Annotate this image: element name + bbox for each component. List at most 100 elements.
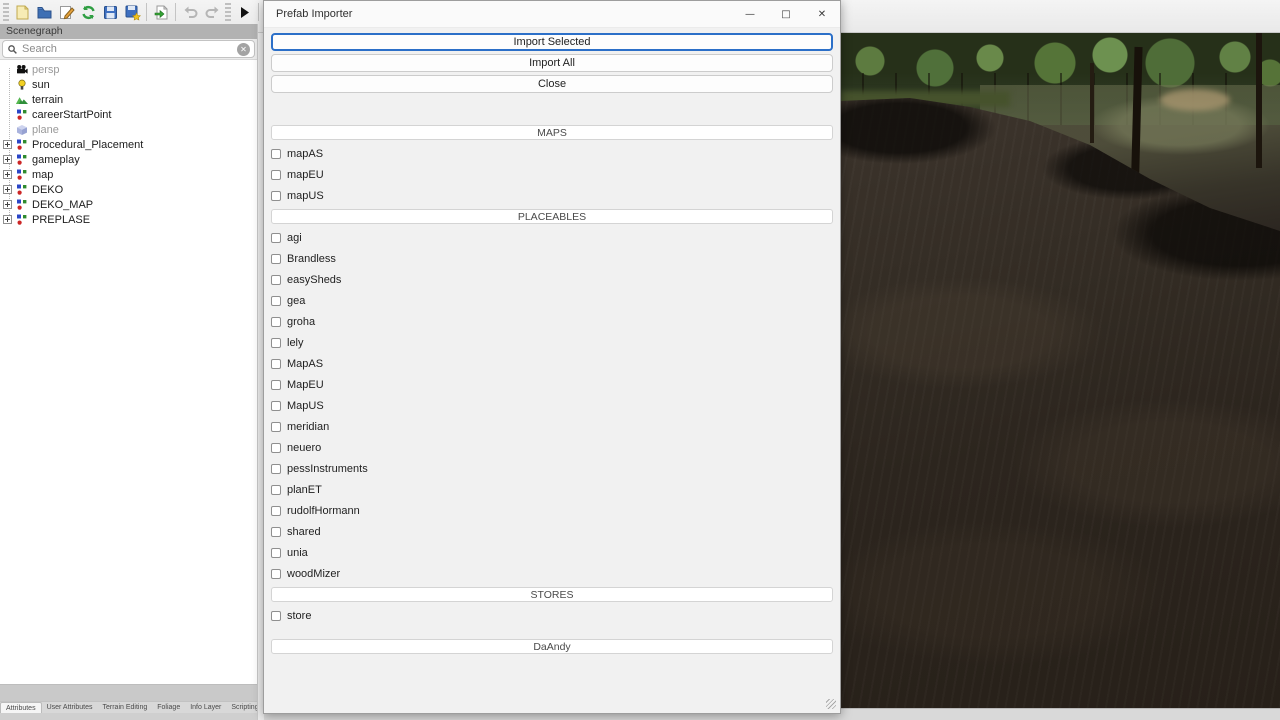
- close-icon[interactable]: ✕: [804, 1, 840, 28]
- search-icon: [8, 44, 17, 54]
- tree-node-DEKO_MAP[interactable]: DEKO_MAP: [0, 197, 257, 212]
- tree-trunk: [1256, 33, 1262, 168]
- tree-node-PREPLASE[interactable]: PREPLASE: [0, 212, 257, 227]
- play-icon[interactable]: [233, 1, 255, 23]
- checkbox-label: Brandless: [287, 252, 336, 265]
- tree-node-Procedural_Placement[interactable]: Procedural_Placement: [0, 137, 257, 152]
- section-header-placeables: PLACEABLES: [271, 209, 833, 224]
- section-header-maps: MAPS: [271, 125, 833, 140]
- tree-node-DEKO[interactable]: DEKO: [0, 182, 257, 197]
- maximize-button[interactable]: □: [768, 1, 804, 28]
- checkbox-label: planET: [287, 483, 322, 496]
- transform-icon: [16, 169, 28, 181]
- prefab-row-store: store: [271, 605, 833, 626]
- expand-icon[interactable]: [3, 170, 12, 179]
- dialog-title-bar[interactable]: Prefab Importer — □ ✕: [264, 1, 840, 28]
- toolbar-grip[interactable]: [225, 3, 231, 21]
- expand-icon[interactable]: [3, 155, 12, 164]
- reload-icon[interactable]: [77, 1, 99, 23]
- toolbar-grip[interactable]: [3, 3, 9, 21]
- prefab-row-rudolfHormann: rudolfHormann: [271, 500, 833, 521]
- tab-attributes[interactable]: Attributes: [0, 702, 42, 713]
- new-scene-icon[interactable]: [11, 1, 33, 23]
- expand-icon[interactable]: [3, 200, 12, 209]
- tab-user-attributes[interactable]: User Attributes: [42, 702, 98, 711]
- undo-icon[interactable]: [179, 1, 201, 23]
- tab-scripting[interactable]: Scripting: [226, 702, 257, 711]
- checkbox-agi[interactable]: [271, 232, 281, 243]
- prefab-row-groha: groha: [271, 311, 833, 332]
- camera-icon: [16, 64, 28, 76]
- checkbox-label: pessInstruments: [287, 462, 368, 475]
- checkbox-neuero[interactable]: [271, 442, 281, 453]
- checkbox-store[interactable]: [271, 610, 281, 621]
- tree-node-map[interactable]: map: [0, 167, 257, 182]
- expand-icon[interactable]: [3, 185, 12, 194]
- expand-icon[interactable]: [3, 140, 12, 149]
- search-placeholder: Search: [22, 43, 57, 55]
- checkbox-label: rudolfHormann: [287, 504, 360, 517]
- import-all-button[interactable]: Import All: [271, 54, 833, 72]
- tree-node-label: PREPLASE: [32, 213, 91, 226]
- checkbox-planET[interactable]: [271, 484, 281, 495]
- checkbox-easySheds[interactable]: [271, 274, 281, 285]
- checkbox-label: easySheds: [287, 273, 342, 286]
- checkbox-groha[interactable]: [271, 316, 281, 327]
- checkbox-MapUS[interactable]: [271, 400, 281, 411]
- import-selected-button[interactable]: Import Selected: [271, 33, 833, 51]
- checkbox-unia[interactable]: [271, 547, 281, 558]
- prefab-row-easySheds: easySheds: [271, 269, 833, 290]
- minimize-button[interactable]: —: [732, 1, 768, 28]
- tree-node-terrain[interactable]: terrain: [0, 92, 257, 107]
- tree-node-persp[interactable]: persp: [0, 62, 257, 77]
- save-icon[interactable]: [99, 1, 121, 23]
- checkbox-label: MapEU: [287, 378, 324, 391]
- prefab-row-MapAS: MapAS: [271, 353, 833, 374]
- checkbox-gea[interactable]: [271, 295, 281, 306]
- search-clear-icon[interactable]: ✕: [237, 42, 250, 56]
- scenegraph-search-input[interactable]: Search ✕: [2, 40, 255, 58]
- tree-node-label: Procedural_Placement: [32, 138, 144, 151]
- tab-terrain-editing[interactable]: Terrain Editing: [98, 702, 153, 711]
- checkbox-mapEU[interactable]: [271, 169, 281, 180]
- giants-editor-window: Scenegraph Search ✕ persp sun terrain caree…: [0, 0, 1280, 720]
- checkbox-label: MapUS: [287, 399, 324, 412]
- prefab-row-unia: unia: [271, 542, 833, 563]
- tab-info-layer[interactable]: Info Layer: [185, 702, 226, 711]
- checkbox-label: lely: [287, 336, 304, 349]
- resize-grip[interactable]: [826, 699, 836, 709]
- light-icon: [16, 79, 28, 91]
- checkbox-MapEU[interactable]: [271, 379, 281, 390]
- tab-foliage[interactable]: Foliage: [152, 702, 185, 711]
- transform-icon: [16, 109, 28, 121]
- expand-icon[interactable]: [3, 215, 12, 224]
- checkbox-lely[interactable]: [271, 337, 281, 348]
- checkbox-shared[interactable]: [271, 526, 281, 537]
- checkbox-Brandless[interactable]: [271, 253, 281, 264]
- close-button[interactable]: Close: [271, 75, 833, 93]
- prefab-row-MapEU: MapEU: [271, 374, 833, 395]
- checkbox-mapUS[interactable]: [271, 190, 281, 201]
- tree-node-careerStartPoint[interactable]: careerStartPoint: [0, 107, 257, 122]
- edit-document-icon[interactable]: [55, 1, 77, 23]
- checkbox-label: woodMizer: [287, 567, 341, 580]
- tree-node-plane[interactable]: plane: [0, 122, 257, 137]
- tree-node-label: plane: [32, 123, 59, 136]
- checkbox-woodMizer[interactable]: [271, 568, 281, 579]
- checkbox-meridian[interactable]: [271, 421, 281, 432]
- open-file-icon[interactable]: [33, 1, 55, 23]
- tree-trunk: [1090, 63, 1094, 143]
- checkbox-rudolfHormann[interactable]: [271, 505, 281, 516]
- prefab-row-lely: lely: [271, 332, 833, 353]
- checkbox-mapAS[interactable]: [271, 148, 281, 159]
- tree-node-label: map: [32, 168, 54, 181]
- import-icon[interactable]: [150, 1, 172, 23]
- prefab-row-mapAS: mapAS: [271, 143, 833, 164]
- save-as-icon[interactable]: [121, 1, 143, 23]
- checkbox-MapAS[interactable]: [271, 358, 281, 369]
- tree-node-gameplay[interactable]: gameplay: [0, 152, 257, 167]
- checkbox-pessInstruments[interactable]: [271, 463, 281, 474]
- terrain-icon: [16, 94, 28, 106]
- tree-node-sun[interactable]: sun: [0, 77, 257, 92]
- redo-icon[interactable]: [201, 1, 223, 23]
